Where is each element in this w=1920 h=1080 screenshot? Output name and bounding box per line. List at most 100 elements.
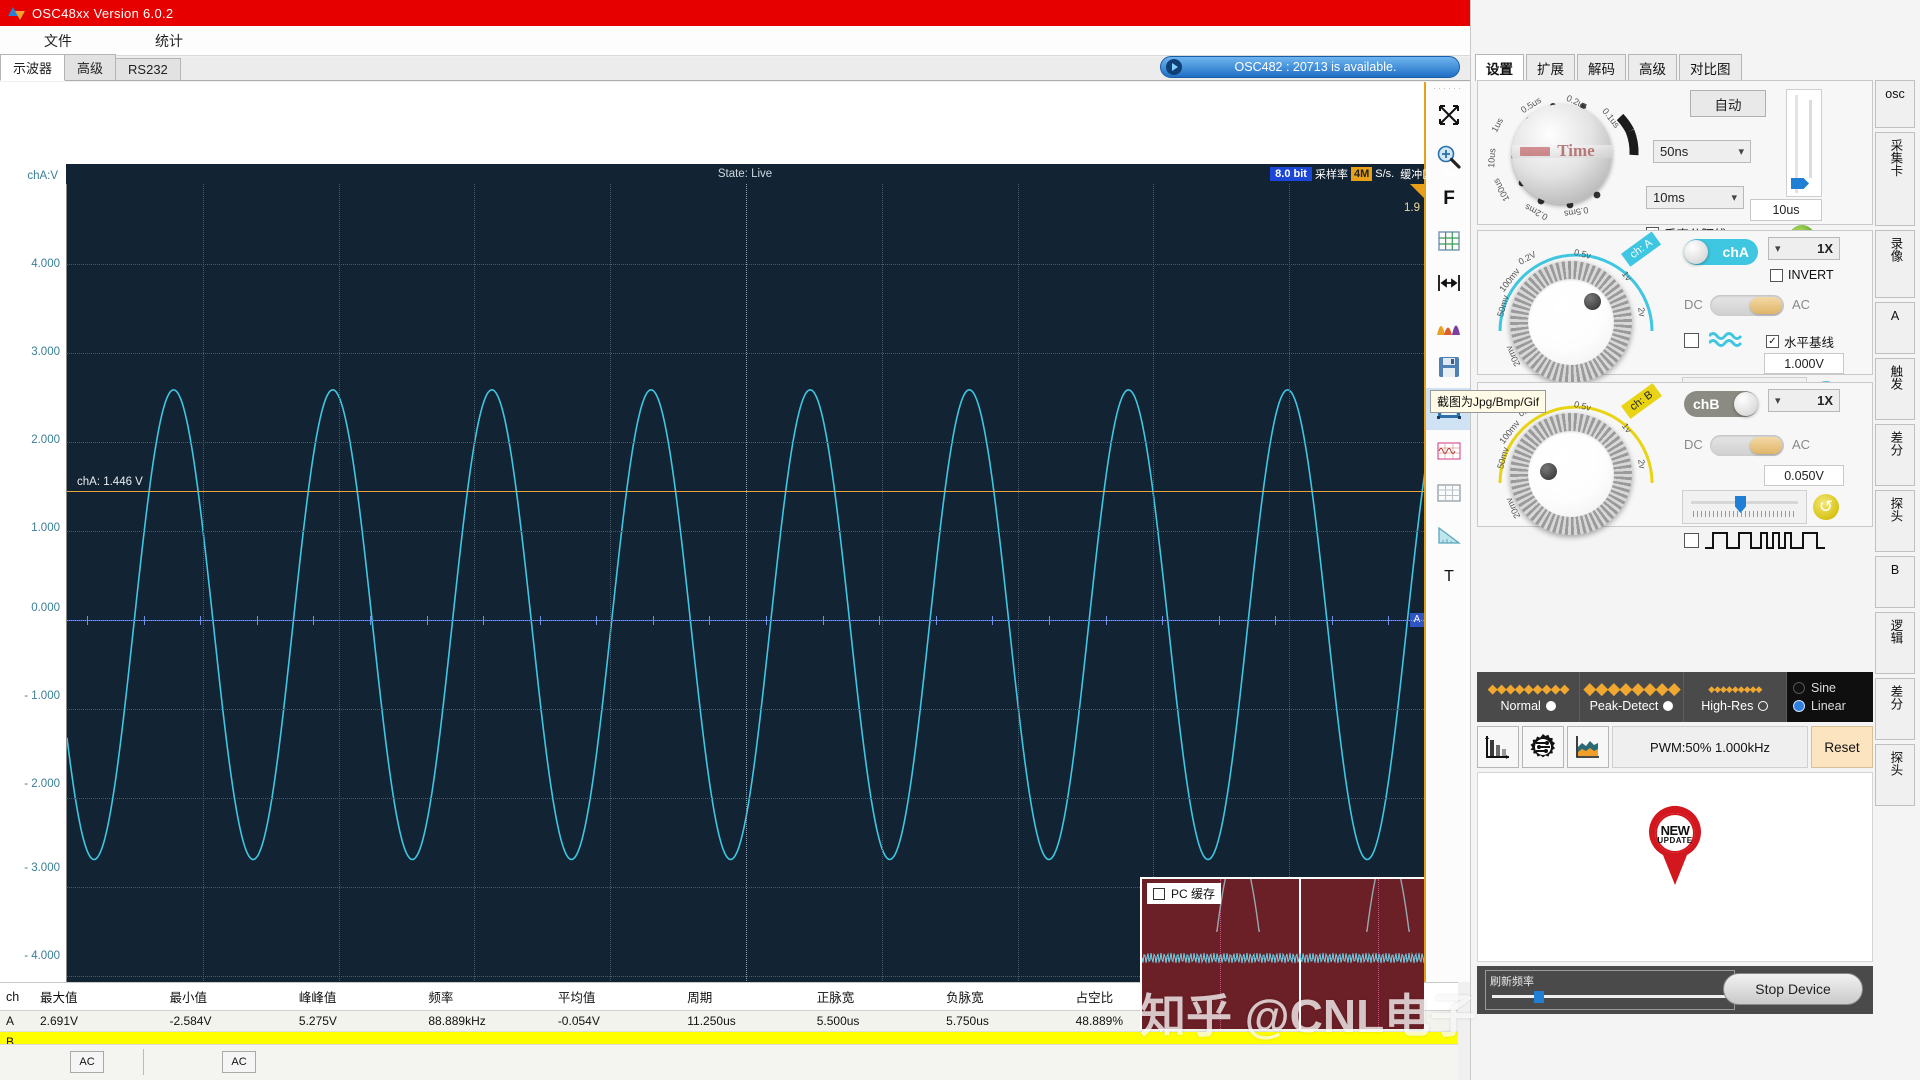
side-tab-trigger[interactable]: 触发 (1875, 358, 1915, 420)
channel-a-invert-row[interactable]: INVERT (1770, 268, 1834, 282)
rtab-decode[interactable]: 解码 (1577, 54, 1626, 81)
text-t-icon[interactable]: T (1426, 556, 1472, 598)
row-a-ch: A (0, 1011, 34, 1032)
buffer-size-label: 缓冲区 : 64K. (1397, 165, 1468, 183)
acq-mode-normal[interactable]: ◆◆◆◆◆◆◆◆◆ Normal (1477, 672, 1580, 722)
interpolation-linear-option[interactable]: Linear (1793, 697, 1873, 715)
state-text: State: Live (718, 168, 772, 180)
channel-a-enable-toggle[interactable]: chA (1684, 239, 1758, 265)
oscilloscope-display-area: chA:V 4.000 3.000 2.000 1.000 0.000 - 1.… (0, 82, 1470, 982)
waveform-plot[interactable]: 1.9 chA: 1.446 V A PC 缓存 ✓ (66, 184, 1424, 1029)
grid-line-horizontal (67, 264, 1424, 265)
y-axis: chA:V 4.000 3.000 2.000 1.000 0.000 - 1.… (0, 82, 66, 962)
channel-a-coupling-toggle[interactable] (1710, 295, 1784, 316)
col-freq: 频率 (422, 983, 551, 1011)
device-control-bar: 刷新频率 Stop Device (1477, 966, 1873, 1014)
rtab-settings[interactable]: 设置 (1475, 54, 1524, 81)
channel-b-probe-select[interactable]: ▾ 1X (1768, 389, 1840, 412)
timebase-vertical-slider[interactable] (1786, 89, 1822, 197)
refresh-rate-slider[interactable]: 刷新频率 (1485, 970, 1735, 1010)
pwm-display[interactable]: PWM:50% 1.000kHz (1612, 726, 1808, 768)
area-chart-icon[interactable] (1567, 726, 1609, 768)
side-tab-record[interactable]: 录像 (1875, 230, 1915, 298)
side-tab-capture-card[interactable]: 采集卡 (1875, 132, 1915, 226)
channel-a-wave-row[interactable] (1684, 330, 1743, 350)
timebase-coarse-select[interactable]: 10ms ▾ (1646, 186, 1744, 209)
device-notification-banner[interactable]: OSC482 : 20713 is available. (1160, 56, 1460, 78)
channel-b-offset-slider[interactable] (1682, 490, 1807, 524)
rtab-extend[interactable]: 扩展 (1526, 54, 1575, 81)
channel-a-coupling-button[interactable]: AC (70, 1051, 104, 1073)
triangle-ruler-icon[interactable] (1426, 514, 1472, 556)
grid-line-vertical (203, 184, 204, 1029)
save-icon[interactable] (1426, 346, 1472, 388)
tab-oscilloscope[interactable]: 示波器 (0, 54, 65, 81)
col-avg: 平均值 (552, 983, 681, 1011)
channel-a-invert-checkbox[interactable] (1770, 269, 1783, 282)
channel-b-logic-checkbox[interactable] (1684, 533, 1699, 548)
tab-rs232[interactable]: RS232 (115, 58, 181, 80)
auto-button[interactable]: 自动 (1690, 90, 1766, 117)
rtab-advanced[interactable]: 高级 (1628, 54, 1677, 81)
sample-rate-value: 4M (1351, 167, 1372, 181)
channel-a-volt-knob[interactable]: 50mv 100mv 0.2V 0.5v 1v 2v 20mv ch: A (1482, 235, 1672, 375)
drag-handle[interactable]: ······ (1426, 82, 1470, 94)
time-knob[interactable]: Time 1us 0.5us 0.2us 0.1us 10us 100us 0.… (1484, 87, 1649, 219)
side-tab-b[interactable]: B (1875, 556, 1915, 608)
tab-advanced[interactable]: 高级 (64, 54, 116, 80)
side-tab-diff-a-label: 差分 (1888, 431, 1903, 456)
acq-mode-peak-detect[interactable]: ◆◆◆◆◆◆◆◆ Peak-Detect (1580, 672, 1683, 722)
measure-width-icon[interactable] (1426, 262, 1472, 304)
channel-a-baseline-row[interactable]: ✓ 水平基线 (1766, 332, 1834, 351)
font-f-icon[interactable]: F (1426, 178, 1472, 220)
channel-a-wave-checkbox[interactable] (1684, 333, 1699, 348)
channel-b-coupling-toggle[interactable] (1710, 435, 1784, 456)
pc-buffer-checkbox-row[interactable]: PC 缓存 (1147, 883, 1221, 904)
grid-line-horizontal (67, 531, 1424, 532)
gear-settings-icon[interactable] (1522, 726, 1564, 768)
table-icon[interactable] (1426, 472, 1472, 514)
right-tab-bar: 设置 扩展 解码 高级 对比图 (1475, 57, 1744, 81)
side-tab-probe-b-label: 探头 (1888, 751, 1903, 776)
side-tab-diff-b[interactable]: 差分 (1875, 678, 1915, 740)
channel-b-reset-button[interactable]: ↺ (1811, 492, 1841, 522)
channel-b-coupling-button[interactable]: AC (222, 1051, 256, 1073)
menu-item-statistics[interactable]: 统计 (141, 27, 197, 55)
channel-a-baseline-checkbox[interactable]: ✓ (1766, 335, 1779, 348)
fullscreen-icon[interactable] (1426, 94, 1472, 136)
channel-b-logic-row[interactable] (1684, 528, 1825, 552)
histogram-icon[interactable] (1426, 304, 1472, 346)
vertical-tool-bar: ······ F (1424, 82, 1470, 982)
waveform-table-icon[interactable] (1426, 430, 1472, 472)
acq-mode-peak-detect-label: Peak-Detect (1590, 699, 1659, 713)
col-neg-width: 负脉宽 (940, 983, 1069, 1011)
interpolation-linear-label: Linear (1811, 699, 1846, 713)
menu-item-file[interactable]: 文件 (30, 27, 86, 55)
stop-device-button[interactable]: Stop Device (1723, 973, 1863, 1005)
grid-line-vertical (746, 184, 747, 1029)
grid-icon[interactable] (1426, 220, 1472, 262)
side-tab-probe-b[interactable]: 探头 (1875, 744, 1915, 806)
bar-chart-icon[interactable] (1477, 726, 1519, 768)
channel-b-enable-toggle[interactable]: chB (1684, 391, 1758, 417)
rtab-compare[interactable]: 对比图 (1679, 54, 1742, 81)
acq-mode-high-res[interactable]: ◆◆◆◆◆◆◆◆◆ High-Res (1684, 672, 1787, 722)
reset-button[interactable]: Reset (1811, 726, 1873, 768)
interpolation-sine-option[interactable]: Sine (1793, 679, 1873, 697)
pc-buffer-inset[interactable]: PC 缓存 ✓ (1140, 877, 1424, 1029)
new-update-icon[interactable]: NEW UPDATE (1639, 803, 1711, 887)
screenshot-tooltip: 截图为Jpg/Bmp/Gif (1430, 390, 1546, 413)
side-tab-osc[interactable]: osc (1875, 80, 1915, 128)
channel-a-panel: 50mv 100mv 0.2V 0.5v 1v 2v 20mv ch: A ch… (1477, 230, 1873, 375)
row-a-max: 2.691V (34, 1011, 163, 1032)
row-a-neg-width: 5.750us (940, 1011, 1069, 1032)
side-tab-logic[interactable]: 逻辑 (1875, 612, 1915, 674)
side-tab-probe-a[interactable]: 探头 (1875, 490, 1915, 552)
grid-line-vertical (474, 184, 475, 1029)
side-tab-a[interactable]: A (1875, 302, 1915, 354)
channel-a-probe-select[interactable]: ▾ 1X (1768, 237, 1840, 260)
side-tab-probe-a-label: 探头 (1888, 497, 1903, 522)
pc-buffer-checkbox[interactable] (1153, 888, 1165, 900)
side-tab-diff-a[interactable]: 差分 (1875, 424, 1915, 486)
timebase-fine-select[interactable]: 50ns ▾ (1653, 140, 1751, 163)
